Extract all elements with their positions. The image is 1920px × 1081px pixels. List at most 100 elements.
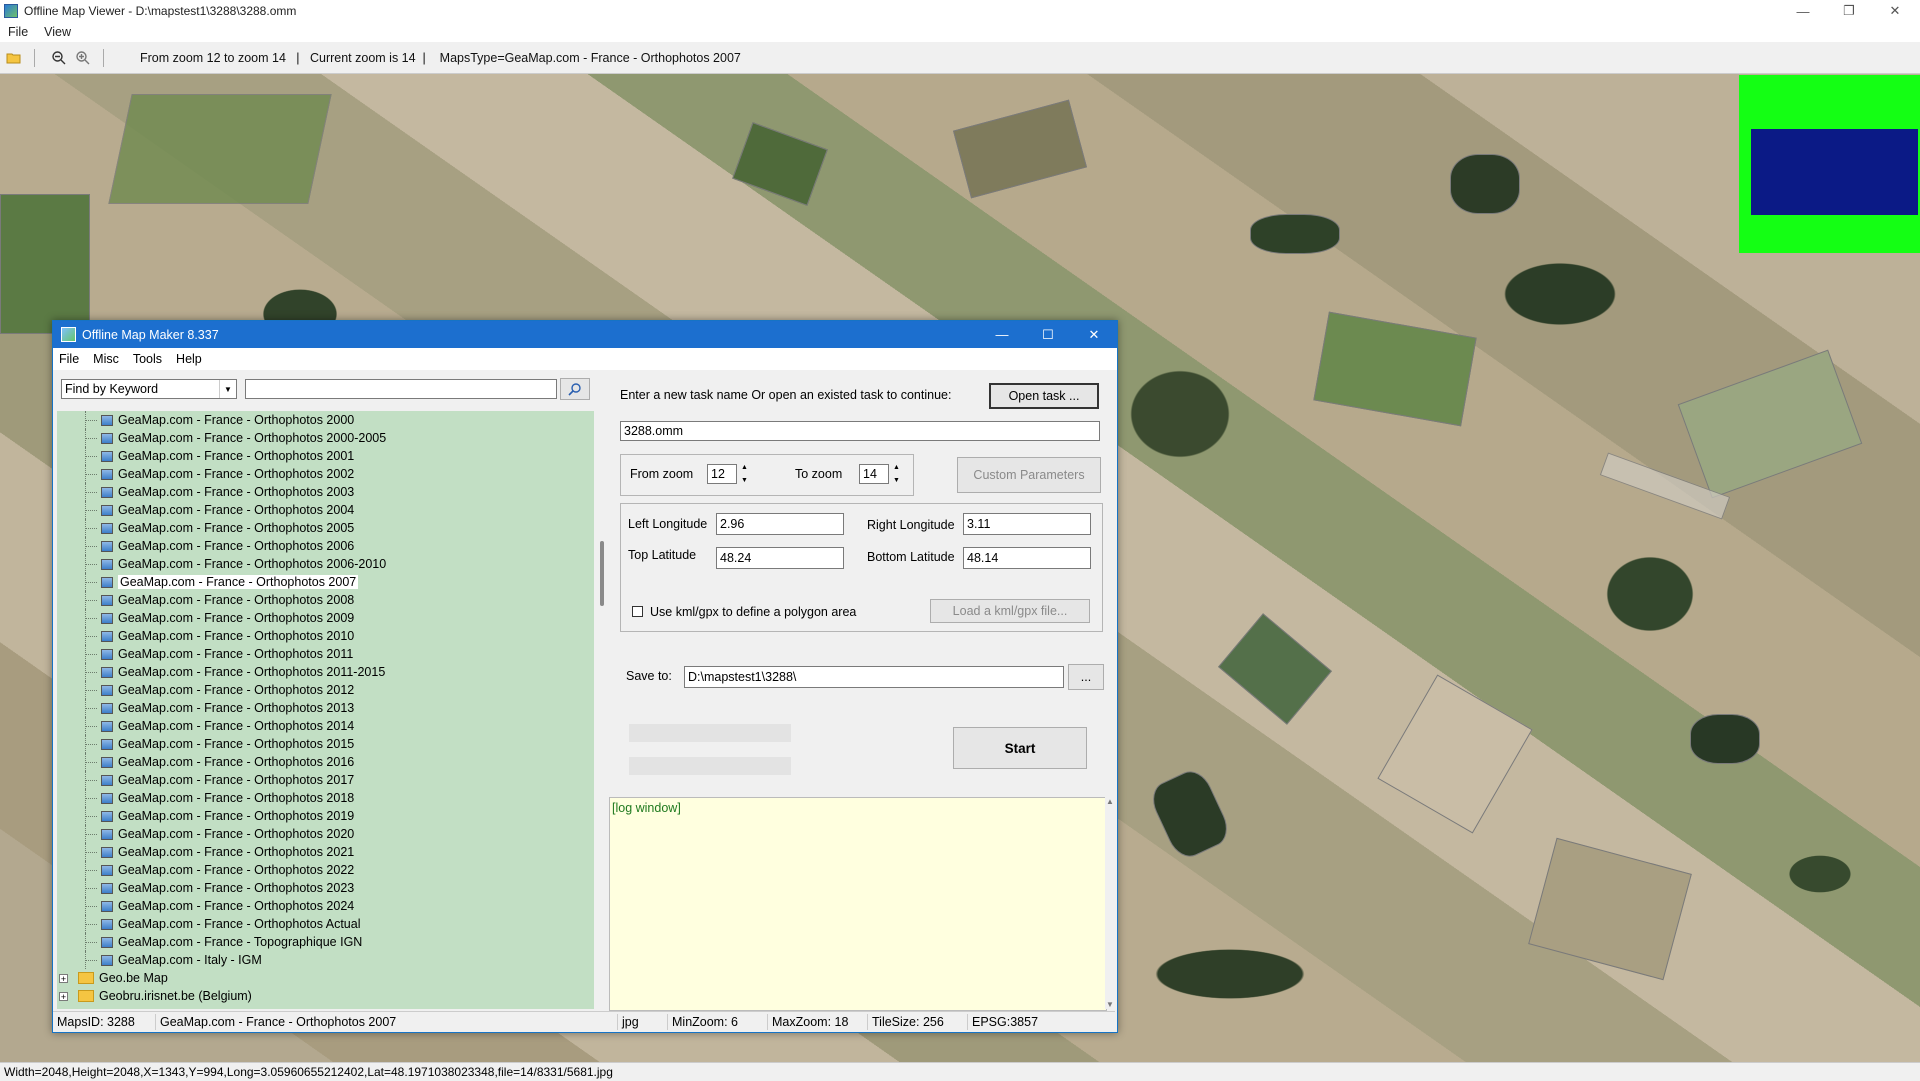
save-to-input[interactable]: D:\mapstest1\3288\ xyxy=(684,666,1064,688)
start-button[interactable]: Start xyxy=(953,727,1087,769)
bottom-latitude-input[interactable]: 48.14 xyxy=(963,547,1091,569)
to-zoom-input[interactable]: 14 xyxy=(859,464,889,484)
dialog-menu-misc[interactable]: Misc xyxy=(87,352,127,366)
tree-item-label: GeaMap.com - France - Orthophotos 2003 xyxy=(118,485,355,499)
map-layer-icon xyxy=(101,504,113,516)
tree-item[interactable]: GeaMap.com - France - Orthophotos 2011 xyxy=(57,645,594,663)
tree-item[interactable]: GeaMap.com - France - Orthophotos 2014 xyxy=(57,717,594,735)
dialog-menu-file[interactable]: File xyxy=(53,352,87,366)
tree-item-label: GeaMap.com - France - Orthophotos 2024 xyxy=(118,899,355,913)
open-task-button[interactable]: Open task ... xyxy=(989,383,1099,409)
tree-item[interactable]: GeaMap.com - France - Orthophotos 2008 xyxy=(57,591,594,609)
chevron-down-icon[interactable]: ▼ xyxy=(219,380,236,398)
tree-item-label: GeaMap.com - France - Orthophotos 2000-2… xyxy=(118,431,387,445)
map-layer-icon xyxy=(101,900,113,912)
tree-item[interactable]: GeaMap.com - France - Orthophotos 2006-2… xyxy=(57,555,594,573)
map-layer-icon xyxy=(101,738,113,750)
menu-file[interactable]: File xyxy=(0,25,36,39)
dialog-menu-help[interactable]: Help xyxy=(170,352,210,366)
map-layer-icon xyxy=(101,414,113,426)
map-layer-icon xyxy=(101,666,113,678)
tree-item[interactable]: GeaMap.com - France - Topographique IGN xyxy=(57,933,594,951)
tree-item[interactable]: GeaMap.com - France - Orthophotos 2004 xyxy=(57,501,594,519)
tree-item[interactable]: GeaMap.com - France - Orthophotos 2019 xyxy=(57,807,594,825)
zoom-in-icon[interactable] xyxy=(73,48,93,68)
tree-item[interactable]: GeaMap.com - France - Orthophotos 2002 xyxy=(57,465,594,483)
tree-item-label: GeaMap.com - France - Orthophotos 2011-2… xyxy=(118,665,386,679)
tree-item[interactable]: GeaMap.com - France - Orthophotos 2001 xyxy=(57,447,594,465)
from-zoom-input[interactable]: 12 xyxy=(707,464,737,484)
from-zoom-spinner[interactable]: ▲ ▼ xyxy=(739,464,750,484)
tree-item-label: GeaMap.com - France - Orthophotos 2014 xyxy=(118,719,355,733)
expand-icon[interactable]: + xyxy=(59,973,68,983)
map-layer-icon xyxy=(101,828,113,840)
status-min-zoom: MinZoom: 6 xyxy=(668,1014,768,1030)
app-icon xyxy=(4,4,18,18)
to-zoom-spinner[interactable]: ▲ ▼ xyxy=(891,464,902,484)
dialog-close-button[interactable]: ✕ xyxy=(1071,321,1117,348)
tree-item-label: GeaMap.com - France - Topographique IGN xyxy=(118,935,363,949)
load-kml-button[interactable]: Load a kml/gpx file... xyxy=(930,599,1090,623)
menu-view[interactable]: View xyxy=(36,25,79,39)
tree-item[interactable]: GeaMap.com - France - Orthophotos 2006 xyxy=(57,537,594,555)
tree-item[interactable]: GeaMap.com - Italy - IGM xyxy=(57,951,594,969)
tree-item[interactable]: GeaMap.com - France - Orthophotos 2021 xyxy=(57,843,594,861)
tree-item[interactable]: GeaMap.com - France - Orthophotos 2000-2… xyxy=(57,429,594,447)
tree-item[interactable]: GeaMap.com - France - Orthophotos 2023 xyxy=(57,879,594,897)
map-layer-icon xyxy=(101,810,113,822)
right-longitude-input[interactable]: 3.11 xyxy=(963,513,1091,535)
tree-item[interactable]: GeaMap.com - France - Orthophotos 2016 xyxy=(57,753,594,771)
custom-parameters-button[interactable]: Custom Parameters xyxy=(957,457,1101,493)
tree-item[interactable]: GeaMap.com - France - Orthophotos 2012 xyxy=(57,681,594,699)
browse-button[interactable]: ... xyxy=(1068,664,1104,690)
expand-icon[interactable]: + xyxy=(59,991,68,1001)
tree-item[interactable]: GeaMap.com - France - Orthophotos 2018 xyxy=(57,789,594,807)
tree-item[interactable]: GeaMap.com - France - Orthophotos 2022 xyxy=(57,861,594,879)
search-button[interactable] xyxy=(560,378,590,400)
tree-item[interactable]: GeaMap.com - France - Orthophotos Actual xyxy=(57,915,594,933)
restore-button[interactable]: ❐ xyxy=(1826,0,1872,22)
from-zoom-label: From zoom xyxy=(630,467,694,481)
minimize-button[interactable]: — xyxy=(1780,0,1826,22)
tree-item[interactable]: GeaMap.com - France - Orthophotos 2013 xyxy=(57,699,594,717)
use-kml-checkbox[interactable] xyxy=(632,606,643,617)
tree-item[interactable]: GeaMap.com - France - Orthophotos 2024 xyxy=(57,897,594,915)
dialog-menu-tools[interactable]: Tools xyxy=(127,352,170,366)
tree-item[interactable]: GeaMap.com - France - Orthophotos 2017 xyxy=(57,771,594,789)
dialog-minimize-button[interactable]: — xyxy=(979,321,1025,348)
progress-bar-1 xyxy=(629,724,791,742)
tree-item[interactable]: GeaMap.com - France - Orthophotos 2020 xyxy=(57,825,594,843)
map-layer-icon xyxy=(101,846,113,858)
log-window[interactable]: [log window] xyxy=(609,797,1107,1011)
tree-scrollbar-thumb[interactable] xyxy=(600,541,604,606)
tree-item[interactable]: GeaMap.com - France - Orthophotos 2015 xyxy=(57,735,594,753)
zoom-out-icon[interactable] xyxy=(49,48,69,68)
tree-item[interactable]: GeaMap.com - France - Orthophotos 2009 xyxy=(57,609,594,627)
map-layer-icon xyxy=(101,792,113,804)
overview-minimap[interactable] xyxy=(1739,75,1920,253)
status-max-zoom: MaxZoom: 18 xyxy=(768,1014,868,1030)
tree-item[interactable]: GeaMap.com - France - Orthophotos 2007 xyxy=(57,573,594,591)
left-longitude-input[interactable]: 2.96 xyxy=(716,513,844,535)
tree-item[interactable]: GeaMap.com - France - Orthophotos 2005 xyxy=(57,519,594,537)
log-scrollbar[interactable]: ▲ ▼ xyxy=(1105,797,1115,1009)
top-latitude-input[interactable]: 48.24 xyxy=(716,547,844,569)
tree-item[interactable]: GeaMap.com - France - Orthophotos 2000 xyxy=(57,411,594,429)
map-maker-dialog: Offline Map Maker 8.337 — ☐ ✕ File Misc … xyxy=(52,320,1118,1033)
close-button[interactable]: ✕ xyxy=(1872,0,1918,22)
minimap-viewport[interactable] xyxy=(1751,129,1918,215)
map-type-tree[interactable]: GeaMap.com - France - Orthophotos 2000 Ge… xyxy=(57,411,594,1009)
tree-item[interactable]: GeaMap.com - France - Orthophotos 2011-2… xyxy=(57,663,594,681)
tree-folder[interactable]: + Geobru.irisnet.be (Belgium) xyxy=(57,987,594,1005)
dialog-maximize-button[interactable]: ☐ xyxy=(1025,321,1071,348)
open-folder-icon[interactable] xyxy=(4,48,24,68)
tree-item[interactable]: GeaMap.com - France - Orthophotos 2003 xyxy=(57,483,594,501)
map-layer-icon xyxy=(101,648,113,660)
map-layer-icon xyxy=(101,432,113,444)
search-mode-select[interactable]: Find by Keyword ▼ xyxy=(61,379,237,399)
bottom-latitude-label: Bottom Latitude xyxy=(867,550,955,564)
search-input[interactable] xyxy=(245,379,557,399)
tree-item[interactable]: GeaMap.com - France - Orthophotos 2010 xyxy=(57,627,594,645)
task-name-input[interactable]: 3288.omm xyxy=(620,421,1100,441)
tree-folder[interactable]: + Geo.be Map xyxy=(57,969,594,987)
